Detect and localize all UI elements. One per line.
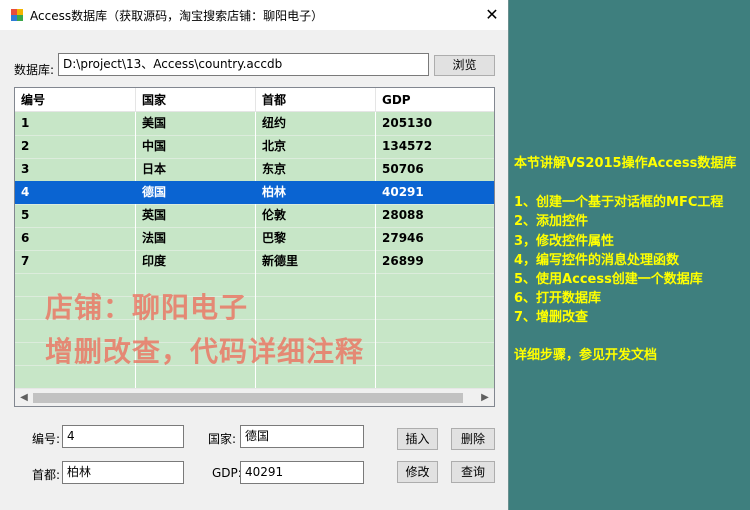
cell-country: 英国	[142, 208, 167, 222]
table-row-selected[interactable]: 4 德国 柏林 40291	[15, 181, 494, 204]
database-label: 数据库:	[14, 63, 55, 77]
note-step: 2、添加控件	[514, 214, 589, 229]
id-input[interactable]: 4	[62, 425, 184, 448]
grid-body: 编号 国家 首都 GDP 1 美国 纽约 205130 2 中国 北京 1345…	[15, 88, 494, 388]
cell-capital: 巴黎	[262, 231, 287, 245]
cell-country: 德国	[142, 185, 167, 199]
table-row[interactable]: 2 中国 北京 134572	[15, 135, 494, 158]
cell-gdp: 134572	[382, 139, 433, 153]
app-icon	[11, 9, 23, 21]
cell-id: 7	[21, 254, 30, 268]
scrollbar-thumb[interactable]	[33, 393, 463, 403]
cell-gdp: 40291	[382, 185, 424, 199]
horizontal-scrollbar[interactable]: ◀ ▶	[15, 388, 494, 406]
cell-gdp: 27946	[382, 231, 424, 245]
cell-capital: 伦敦	[262, 208, 287, 222]
cell-id: 2	[21, 139, 30, 153]
note-step: 3，修改控件属性	[514, 234, 615, 249]
cell-capital: 东京	[262, 162, 287, 176]
note-step: 4，编写控件的消息处理函数	[514, 253, 680, 268]
column-header-id[interactable]: 编号	[15, 88, 136, 112]
title-bar[interactable]: Access数据库（获取源码，淘宝搜索店铺：聊阳电子） ✕	[0, 0, 508, 30]
cell-country: 日本	[142, 162, 167, 176]
cell-id: 4	[21, 185, 30, 199]
dialog-window: Access数据库（获取源码，淘宝搜索店铺：聊阳电子） ✕ 数据库: D:\pr…	[0, 0, 509, 510]
id-label: 编号:	[32, 432, 61, 446]
cell-country: 美国	[142, 116, 167, 130]
browse-button[interactable]: 浏览	[434, 55, 495, 76]
cell-id: 6	[21, 231, 30, 245]
cell-id: 5	[21, 208, 30, 222]
cell-gdp: 50706	[382, 162, 424, 176]
capital-input[interactable]: 柏林	[62, 461, 184, 484]
database-path-input[interactable]: D:\project\13、Access\country.accdb	[58, 53, 429, 76]
note-step: 5、使用Access创建一个数据库	[514, 272, 703, 287]
column-header-gdp[interactable]: GDP	[376, 88, 494, 112]
data-grid[interactable]: 编号 国家 首都 GDP 1 美国 纽约 205130 2 中国 北京 1345…	[14, 87, 495, 407]
cell-country: 印度	[142, 254, 167, 268]
table-row[interactable]: 6 法国 巴黎 27946	[15, 227, 494, 250]
window-title: Access数据库（获取源码，淘宝搜索店铺：聊阳电子）	[30, 9, 324, 23]
cell-gdp: 26899	[382, 254, 424, 268]
country-input[interactable]: 德国	[240, 425, 364, 448]
close-icon[interactable]: ✕	[480, 3, 504, 27]
table-row[interactable]: 7 印度 新德里 26899	[15, 250, 494, 273]
column-header-country[interactable]: 国家	[136, 88, 256, 112]
watermark-shop: 店铺：聊阳电子	[45, 291, 249, 324]
cell-capital: 纽约	[262, 116, 287, 130]
notes-footer: 详细步骤，参见开发文档	[514, 348, 658, 363]
note-step: 6、打开数据库	[514, 291, 602, 306]
table-row[interactable]: 1 美国 纽约 205130	[15, 112, 494, 135]
watermark-crud: 增删改查，代码详细注释	[45, 335, 365, 368]
cell-country: 法国	[142, 231, 167, 245]
cell-capital: 北京	[262, 139, 287, 153]
cell-id: 3	[21, 162, 30, 176]
query-button[interactable]: 查询	[451, 461, 495, 483]
scroll-right-icon[interactable]: ▶	[476, 389, 494, 406]
country-label: 国家:	[208, 432, 237, 446]
insert-button[interactable]: 插入	[397, 428, 438, 450]
scroll-left-icon[interactable]: ◀	[15, 389, 33, 406]
capital-label: 首都:	[32, 468, 61, 482]
gdp-label: GDP:	[212, 466, 242, 480]
cell-capital: 柏林	[262, 185, 287, 199]
gdp-input[interactable]: 40291	[240, 461, 364, 484]
notes-heading: 本节讲解VS2015操作Access数据库	[514, 156, 737, 171]
cell-capital: 新德里	[262, 254, 299, 268]
cell-country: 中国	[142, 139, 167, 153]
modify-button[interactable]: 修改	[397, 461, 438, 483]
cell-id: 1	[21, 116, 30, 130]
note-step: 1、创建一个基于对话框的MFC工程	[514, 195, 724, 210]
table-row[interactable]: 3 日本 东京 50706	[15, 158, 494, 181]
cell-gdp: 205130	[382, 116, 433, 130]
delete-button[interactable]: 删除	[451, 428, 495, 450]
column-header-capital[interactable]: 首都	[256, 88, 376, 112]
table-row[interactable]: 5 英国 伦敦 28088	[15, 204, 494, 227]
note-step: 7、增删改查	[514, 310, 589, 325]
cell-gdp: 28088	[382, 208, 424, 222]
